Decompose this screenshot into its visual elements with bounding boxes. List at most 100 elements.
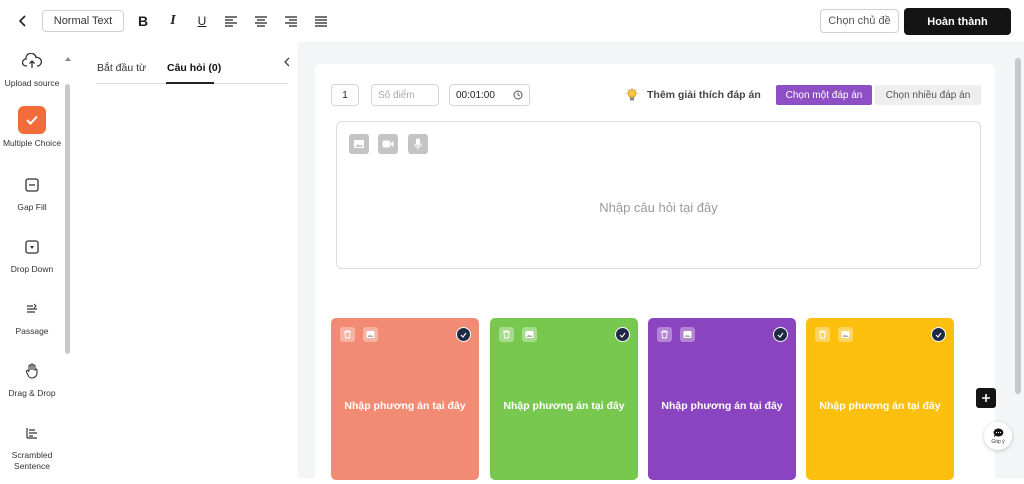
sidebar-item-scrambled-sentence[interactable]: Scrambled Sentence	[0, 422, 64, 472]
correct-answer-toggle[interactable]	[773, 327, 788, 342]
question-card: 1 Số điểm 00:01:00 Thêm giải thích đáp á…	[315, 64, 996, 484]
align-left-icon	[225, 15, 237, 27]
sidebar-item-label: Passage	[15, 326, 49, 336]
chevron-left-icon	[18, 15, 26, 27]
image-icon	[683, 331, 692, 338]
sidebar-item-label: Gap Fill	[17, 202, 47, 212]
delete-answer-button[interactable]	[499, 327, 514, 342]
tab-active-indicator	[166, 82, 214, 84]
correct-answer-toggle[interactable]	[456, 327, 471, 342]
trash-icon	[503, 330, 510, 339]
explanation-label: Thêm giải thích đáp án	[647, 89, 761, 101]
answer-option-4[interactable]: Nhập phương án tại đây	[806, 318, 954, 480]
editor-area: 1 Số điểm 00:01:00 Thêm giải thích đáp á…	[298, 42, 1024, 484]
plus-icon	[982, 394, 990, 402]
sidebar-item-label: Drag & Drop	[8, 388, 56, 398]
question-number-field[interactable]: 1	[331, 84, 359, 106]
caret-up-icon	[65, 57, 71, 61]
sidebar-item-label: Scrambled Sentence	[11, 450, 53, 471]
score-input[interactable]: Số điểm	[371, 84, 439, 106]
question-type-sidebar: Upload source Multiple Choice Gap Fill D…	[0, 42, 75, 478]
multiple-choice-toggle[interactable]: Chọn nhiều đáp án	[875, 85, 981, 105]
back-button[interactable]	[12, 10, 34, 32]
time-limit-input[interactable]: 00:01:00	[449, 84, 530, 106]
check-icon	[619, 332, 626, 338]
minus-square-icon	[21, 174, 43, 196]
align-center-button[interactable]	[251, 11, 271, 31]
answer-placeholder: Nhập phương án tại đây	[344, 400, 466, 412]
question-placeholder: Nhập câu hỏi tại đây	[599, 200, 718, 215]
done-button[interactable]: Hoàn thành	[904, 8, 1011, 35]
add-explanation-button[interactable]: Thêm giải thích đáp án	[625, 88, 761, 102]
align-right-icon	[285, 15, 297, 27]
cloud-upload-icon	[21, 50, 43, 72]
question-input-box[interactable]: Nhập câu hỏi tại đây	[336, 121, 981, 269]
chat-bubble-icon	[993, 428, 1003, 437]
check-icon	[460, 332, 467, 338]
check-icon	[935, 332, 942, 338]
italic-button[interactable]: I	[163, 11, 183, 31]
feedback-button[interactable]: Góp ý	[984, 422, 1012, 450]
editor-scrollbar[interactable]	[1015, 58, 1021, 394]
sidebar-scroll-thumb[interactable]	[65, 84, 70, 354]
tab-start-from[interactable]: Bắt đầu từ	[97, 62, 146, 74]
trash-icon	[819, 330, 826, 339]
answer-placeholder: Nhập phương án tại đây	[661, 400, 783, 412]
answer-image-button[interactable]	[838, 327, 853, 342]
sidebar-scroll-up[interactable]	[64, 50, 72, 61]
image-icon	[354, 140, 364, 148]
text-style-select[interactable]: Normal Text	[42, 10, 124, 32]
correct-answer-toggle[interactable]	[615, 327, 630, 342]
add-audio-button[interactable]	[408, 134, 428, 154]
collapse-panel-button[interactable]	[282, 54, 294, 67]
time-value: 00:01:00	[456, 89, 495, 101]
align-justify-button[interactable]	[311, 11, 331, 31]
top-toolbar: Normal Text B I U Chọn chủ đề Hoàn thành	[0, 0, 1024, 42]
check-icon	[777, 332, 784, 338]
answer-option-2[interactable]: Nhập phương án tại đây	[490, 318, 638, 480]
trash-icon	[344, 330, 351, 339]
text-lines-icon	[21, 298, 43, 320]
add-answer-button[interactable]	[976, 388, 996, 408]
chevron-left-icon	[284, 57, 290, 67]
sidebar-item-label: Multiple Choice	[2, 138, 62, 148]
answer-image-button[interactable]	[680, 327, 695, 342]
underline-button[interactable]: U	[192, 11, 212, 31]
align-center-icon	[255, 15, 267, 27]
microphone-icon	[414, 138, 422, 150]
align-right-button[interactable]	[281, 11, 301, 31]
tab-questions[interactable]: Câu hỏi (0)	[167, 62, 221, 74]
answer-image-button[interactable]	[522, 327, 537, 342]
dropdown-square-icon	[21, 236, 43, 258]
add-image-button[interactable]	[349, 134, 369, 154]
align-icon	[21, 422, 43, 444]
sidebar-item-drop-down[interactable]: Drop Down	[0, 236, 64, 275]
sidebar-item-gap-fill[interactable]: Gap Fill	[0, 174, 64, 213]
sidebar-item-drag-drop[interactable]: Drag & Drop	[0, 360, 64, 399]
single-choice-toggle[interactable]: Chọn một đáp án	[776, 85, 872, 105]
align-left-button[interactable]	[221, 11, 241, 31]
sidebar-item-upload-source[interactable]: Upload source	[0, 50, 64, 89]
delete-answer-button[interactable]	[657, 327, 672, 342]
sidebar-scrollbar[interactable]	[65, 84, 71, 396]
add-video-button[interactable]	[378, 134, 398, 154]
answer-option-1[interactable]: Nhập phương án tại đây	[331, 318, 479, 480]
answer-option-3[interactable]: Nhập phương án tại đây	[648, 318, 796, 480]
sidebar-item-label: Upload source	[4, 78, 60, 88]
question-list-panel: Bắt đầu từ Câu hỏi (0)	[80, 42, 298, 478]
trash-icon	[661, 330, 668, 339]
sidebar-item-multiple-choice[interactable]: Multiple Choice	[0, 106, 64, 149]
sidebar-item-passage[interactable]: Passage	[0, 298, 64, 337]
image-icon	[366, 331, 375, 338]
choose-topic-button[interactable]: Chọn chủ đề	[820, 9, 899, 33]
clock-icon	[513, 90, 523, 100]
hand-icon	[21, 360, 43, 382]
delete-answer-button[interactable]	[815, 327, 830, 342]
image-icon	[525, 331, 534, 338]
align-justify-icon	[315, 15, 327, 27]
bold-button[interactable]: B	[133, 11, 153, 31]
delete-answer-button[interactable]	[340, 327, 355, 342]
answer-placeholder: Nhập phương án tại đây	[819, 400, 941, 412]
answer-image-button[interactable]	[363, 327, 378, 342]
correct-answer-toggle[interactable]	[931, 327, 946, 342]
